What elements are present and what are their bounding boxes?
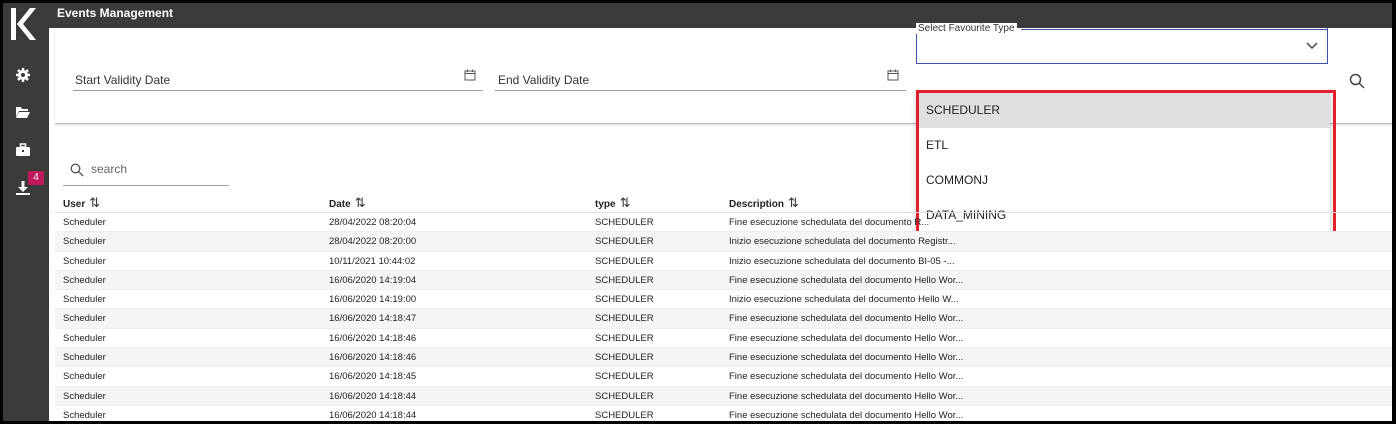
cell-date: 10/11/2021 10:44:02 [329,255,416,267]
cell-description: Fine esecuzione schedulata del documento… [729,390,964,402]
cell-type: SCHEDULER [595,313,654,325]
cell-user: Scheduler [63,294,106,306]
cell-date: 16/06/2020 14:18:45 [329,371,417,383]
cell-user: Scheduler [63,352,106,364]
start-validity-date-label: Start Validity Date [75,73,171,87]
cell-description: Fine esecuzione schedulata del documento… [729,217,930,228]
sort-icon[interactable]: ⇅ [89,195,100,210]
table-body: Scheduler 28/04/2022 08:20:04 SCHEDULER Fin… [55,213,1392,421]
app-window: 4 Events Management Start Validity Date … [3,3,1392,421]
cell-description: Inizio esecuzione schedulata del documen… [729,294,959,306]
table-row[interactable]: Scheduler 16/06/2020 14:18:47 SCHEDULER Fin… [55,309,1392,329]
cell-date: 28/04/2022 08:20:00 [329,236,417,248]
column-header-user[interactable]: User ⇅ [63,195,100,211]
cell-type: SCHEDULER [595,371,654,383]
cell-user: Scheduler [63,217,106,228]
cell-date: 16/06/2020 14:18:44 [329,409,417,421]
events-table: User ⇅ Date ⇅ type ⇅ Description ⇅ Scheduler… [55,189,1392,421]
table-row[interactable]: Scheduler 28/04/2022 08:20:04 SCHEDULER Fin… [55,213,1392,233]
cell-description: Inizio esecuzione schedulata del documen… [729,236,956,248]
table-search [63,153,229,186]
cell-type: SCHEDULER [595,294,654,306]
table-row[interactable]: Scheduler 16/06/2020 14:18:46 SCHEDULER Fin… [55,348,1392,368]
cell-user: Scheduler [63,236,106,248]
end-validity-date-field[interactable]: End Validity Date [495,41,906,91]
cell-user: Scheduler [63,371,106,383]
cell-date: 16/06/2020 14:18:46 [329,352,417,364]
column-header-description[interactable]: Description ⇅ [729,195,799,211]
column-header-type[interactable]: type ⇅ [595,195,630,211]
page-title: Events Management [49,3,1392,28]
search-icon [70,163,84,177]
table-row[interactable]: Scheduler 16/06/2020 14:18:44 SCHEDULER Fin… [55,386,1392,406]
logo[interactable] [9,6,37,42]
gear-icon[interactable] [15,67,31,83]
calendar-icon[interactable] [464,69,476,81]
cell-date: 16/06/2020 14:18:46 [329,332,417,344]
briefcase-icon[interactable] [15,142,31,158]
calendar-icon[interactable] [887,69,899,81]
chevron-down-icon[interactable] [1305,41,1319,51]
table-row[interactable]: Scheduler 16/06/2020 14:19:00 SCHEDULER Ini… [55,290,1392,310]
sort-icon[interactable]: ⇅ [620,195,631,210]
cell-user: Scheduler [63,255,106,267]
cell-type: SCHEDULER [595,390,654,402]
cell-type: SCHEDULER [595,274,654,286]
cell-date: 16/06/2020 14:18:44 [329,390,417,402]
table-row[interactable]: Scheduler 28/04/2022 08:20:00 SCHEDULER Ini… [55,232,1392,252]
cell-date: 16/06/2020 14:18:47 [329,313,417,325]
cell-date: 16/06/2020 14:19:00 [329,294,417,306]
sort-icon[interactable]: ⇅ [355,195,366,210]
cell-user: Scheduler [63,409,106,421]
cell-description: Fine esecuzione schedulata del documento… [729,332,964,344]
cell-description: Fine esecuzione schedulata del documento… [729,313,964,325]
table-row[interactable]: Scheduler 16/06/2020 14:18:45 SCHEDULER Fin… [55,367,1392,387]
cell-description: Fine esecuzione schedulata del documento… [729,274,964,286]
cell-date: 28/04/2022 08:20:04 [329,217,417,228]
search-input[interactable] [91,159,221,179]
table-row[interactable]: Scheduler 10/11/2021 10:44:02 SCHEDULER Ini… [55,252,1392,271]
cell-type: SCHEDULER [595,255,654,267]
cell-date: 16/06/2020 14:19:04 [329,274,417,286]
search-icon[interactable] [1349,73,1365,89]
sort-icon[interactable]: ⇅ [788,195,799,210]
cell-description: Fine esecuzione schedulata del documento… [729,371,964,383]
end-validity-date-label: End Validity Date [498,73,590,87]
cell-description: Inizio esecuzione schedulata del documen… [729,255,955,267]
cell-user: Scheduler [63,390,106,402]
table-row[interactable]: Scheduler 16/06/2020 14:18:46 SCHEDULER Fin… [55,329,1392,349]
cell-type: SCHEDULER [595,409,654,421]
start-validity-date-field[interactable]: Start Validity Date [73,41,483,91]
favourite-type-label: Select Favourite Type [916,23,1017,34]
cell-type: SCHEDULER [595,332,654,344]
table-row[interactable]: Scheduler 16/06/2020 14:18:44 SCHEDULER Fin… [55,406,1392,421]
table-header: User ⇅ Date ⇅ type ⇅ Description ⇅ [55,189,1392,213]
cell-description: Fine esecuzione schedulata del documento… [729,352,964,364]
cell-type: SCHEDULER [595,352,654,364]
column-header-date[interactable]: Date ⇅ [329,195,366,211]
select-outline [1021,29,1328,30]
folder-open-icon[interactable] [15,104,31,120]
download-badge: 4 [28,171,44,185]
cell-user: Scheduler [63,274,106,286]
table-row[interactable]: Scheduler 16/06/2020 14:19:04 SCHEDULER Fin… [55,270,1392,291]
cell-type: SCHEDULER [595,217,654,228]
cell-description: Fine esecuzione schedulata del documento… [729,409,964,421]
cell-type: SCHEDULER [595,236,654,248]
cell-user: Scheduler [63,332,106,344]
cell-user: Scheduler [63,313,106,325]
sidebar: 4 [3,3,49,421]
